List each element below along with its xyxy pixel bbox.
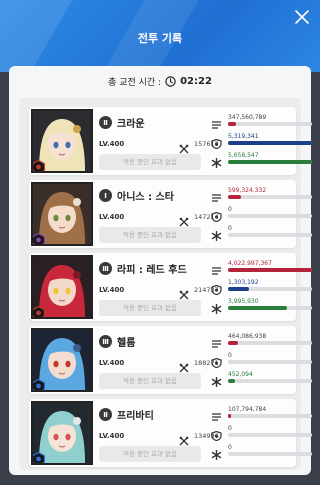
burst-rank-badge: Ⅰ: [99, 189, 112, 202]
shield-icon: [211, 207, 222, 223]
shield-value: 5,319,341: [228, 133, 259, 140]
damage-icon: [211, 115, 222, 129]
shield-bar: [228, 433, 312, 437]
close-icon[interactable]: [294, 9, 310, 25]
damage-bar: [228, 341, 312, 345]
shield-value: 1,303,192: [228, 279, 259, 286]
character-level: LV.400: [99, 140, 125, 148]
heal-icon: [211, 372, 222, 388]
combat-power-icon: [179, 431, 189, 446]
character-portrait: [31, 182, 93, 246]
shield-bar: [228, 360, 312, 364]
heal-bar: [228, 233, 312, 237]
battle-record-panel: 총 교전 시간 : 02:22 Ⅱ 크라운 LV.400 157613 적용 중…: [9, 66, 312, 475]
battle-time-label: 총 교전 시간 :: [108, 77, 162, 88]
damage-icon: [211, 407, 222, 421]
header-bar: 전투 기록: [0, 0, 320, 72]
shield-icon: [211, 280, 222, 296]
character-level: LV.400: [99, 432, 125, 440]
character-card-4[interactable]: Ⅲ 헬름 LV.400 188271 적용 중인 효과 없음 464,086,9…: [29, 326, 312, 394]
shield-icon: [211, 134, 222, 150]
burst-rank-badge: Ⅱ: [99, 408, 112, 421]
character-card-5[interactable]: Ⅱ 프리바티 LV.400 134996 적용 중인 효과 없음 107,794…: [29, 399, 312, 467]
water-code-icon: [33, 379, 45, 390]
heal-value: 0: [228, 225, 232, 232]
fire-code-icon: [33, 160, 45, 171]
heal-bar: [228, 379, 312, 383]
character-name: 아니스 : 스타: [117, 192, 174, 203]
character-name: 라피 : 레드 후드: [117, 265, 187, 276]
damage-value: 107,794,784: [228, 406, 267, 413]
heal-bar: [228, 452, 312, 456]
character-portrait: [31, 109, 93, 173]
heal-icon: [211, 153, 222, 169]
damage-bar: [228, 195, 312, 199]
battle-time-row: 총 교전 시간 : 02:22: [9, 74, 311, 88]
character-list[interactable]: Ⅱ 크라운 LV.400 157613 적용 중인 효과 없음 347,560,…: [19, 98, 312, 470]
character-name: 헬름: [117, 338, 136, 349]
shield-icon: [211, 353, 222, 369]
heal-value: 0: [228, 444, 232, 451]
heal-value: 3,995,930: [228, 298, 259, 305]
water-code-icon: [33, 452, 45, 463]
damage-icon: [211, 188, 222, 202]
character-level: LV.400: [99, 286, 125, 294]
combat-power-icon: [179, 285, 189, 300]
heal-bar: [228, 306, 312, 310]
effect-status: 적용 중인 효과 없음: [99, 446, 201, 462]
damage-value: 4,022,997,367: [228, 260, 272, 267]
effect-status: 적용 중인 효과 없음: [99, 154, 201, 170]
damage-value: 464,086,938: [228, 333, 267, 340]
character-name: 프리바티: [117, 411, 154, 422]
heal-icon: [211, 226, 222, 242]
combat-power-icon: [179, 212, 189, 227]
damage-bar: [228, 122, 312, 126]
damage-bar: [228, 268, 312, 272]
shield-bar: [228, 141, 312, 145]
damage-value: 599,324,332: [228, 187, 267, 194]
character-portrait: [31, 401, 93, 465]
fire-code-icon: [33, 306, 45, 317]
character-card-1[interactable]: Ⅱ 크라운 LV.400 157613 적용 중인 효과 없음 347,560,…: [29, 107, 312, 175]
burst-rank-badge: Ⅲ: [99, 262, 112, 275]
damage-bar: [228, 414, 312, 418]
damage-icon: [211, 334, 222, 348]
shield-value: 0: [228, 206, 232, 213]
heal-icon: [211, 445, 222, 461]
character-portrait: [31, 328, 93, 392]
burst-rank-badge: Ⅱ: [99, 116, 112, 129]
character-level: LV.400: [99, 359, 125, 367]
heal-value: 5,658,547: [228, 152, 259, 159]
effect-status: 적용 중인 효과 없음: [99, 227, 201, 243]
page-title: 전투 기록: [137, 32, 183, 45]
effect-status: 적용 중인 효과 없음: [99, 300, 201, 316]
shield-icon: [211, 426, 222, 442]
character-card-2[interactable]: Ⅰ 아니스 : 스타 LV.400 147214 적용 중인 효과 없음 599…: [29, 180, 312, 248]
character-name: 크라운: [117, 119, 145, 130]
damage-value: 347,560,789: [228, 114, 267, 121]
character-portrait: [31, 255, 93, 319]
shield-bar: [228, 214, 312, 218]
clock-icon: [165, 75, 176, 87]
damage-icon: [211, 261, 222, 275]
heal-value: 452,094: [228, 371, 253, 378]
shield-value: 0: [228, 352, 232, 359]
combat-power-icon: [179, 139, 189, 154]
character-card-3[interactable]: Ⅲ 라피 : 레드 후드 LV.400 214737 적용 중인 효과 없음 4…: [29, 253, 312, 321]
shield-bar: [228, 287, 312, 291]
battle-time-value: 02:22: [180, 75, 212, 87]
electric-code-icon: [33, 233, 45, 244]
character-level: LV.400: [99, 213, 125, 221]
shield-value: 0: [228, 425, 232, 432]
burst-rank-badge: Ⅲ: [99, 335, 112, 348]
heal-bar: [228, 160, 312, 164]
heal-icon: [211, 299, 222, 315]
effect-status: 적용 중인 효과 없음: [99, 373, 201, 389]
combat-power-icon: [179, 358, 189, 373]
